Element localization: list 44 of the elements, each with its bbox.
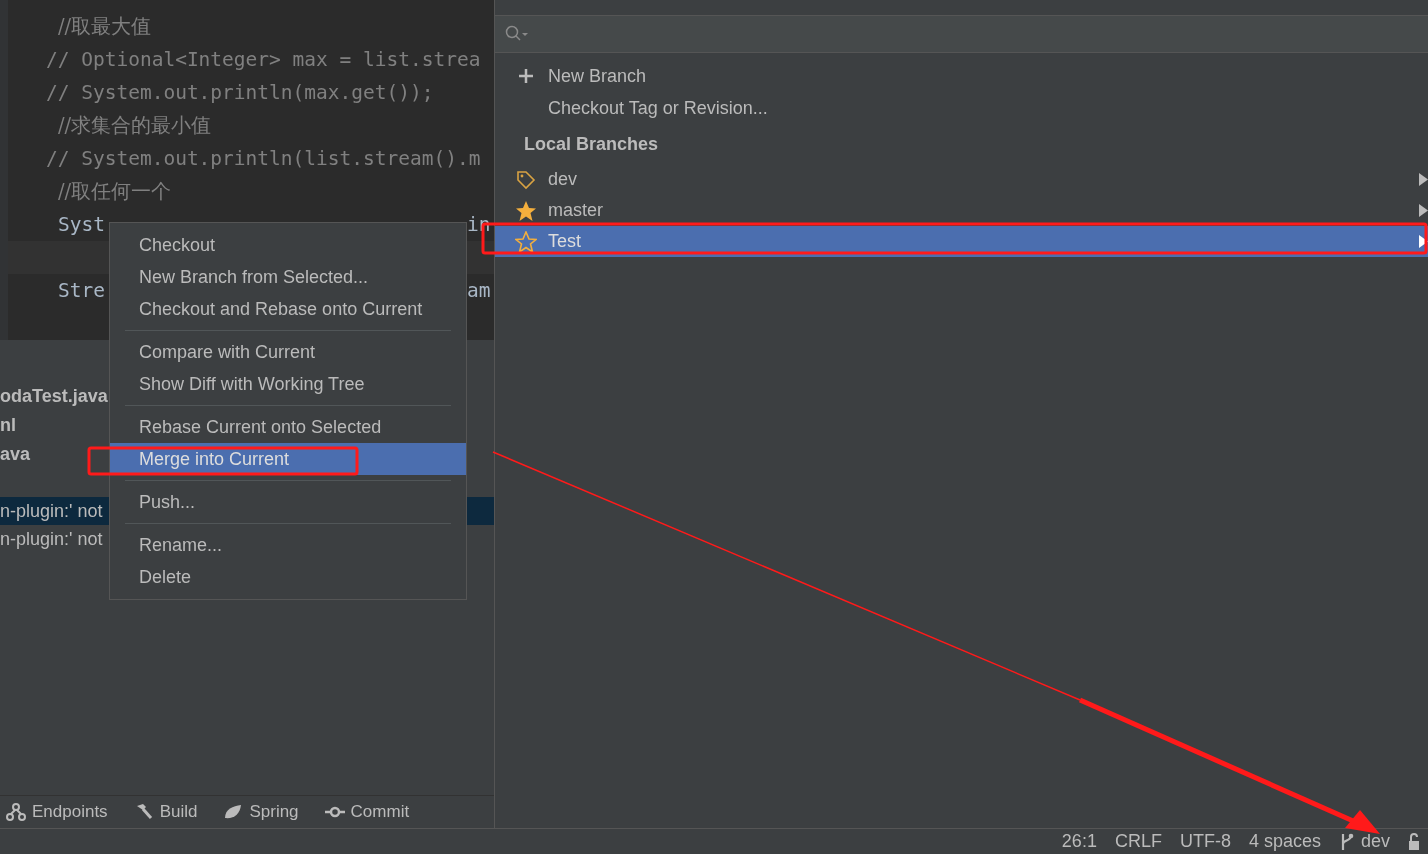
submenu-arrow-icon [1419,173,1428,186]
menu-item[interactable]: New Branch [548,62,647,90]
search-field[interactable] [495,15,1428,53]
code-fragment: am [467,277,491,304]
star-outline-icon [515,230,537,253]
submenu-arrow-icon [1419,204,1428,217]
nodes-icon [6,803,26,821]
branch-widget[interactable]: dev [1360,828,1390,854]
menu-item[interactable]: Push... [110,486,466,518]
code-line: // Optional<Integer> max = list.strea [45,46,481,73]
menu-item[interactable]: Checkout and Rebase onto Current [110,293,466,325]
menu-item[interactable]: Rename... [110,529,466,561]
code-line: //求集合的最小值 [57,112,212,139]
code-line: //取最大值 [57,13,152,40]
tool-tab[interactable]: Build [159,799,198,825]
menu-item[interactable]: Show Diff with Working Tree [110,368,466,400]
menu-item[interactable]: Checkout [110,229,466,261]
status-item[interactable]: 26:1 [1061,828,1097,854]
lock-icon [1408,832,1420,851]
status-item[interactable]: CRLF [1114,828,1162,854]
menu-item[interactable]: New Branch from Selected... [110,261,466,293]
status-item[interactable]: UTF-8 [1179,828,1231,854]
code-line: //取任何一个 [57,178,172,205]
branch-item[interactable]: master [495,195,1428,226]
status-item[interactable]: 4 spaces [1248,828,1321,854]
menu-item[interactable]: Checkout Tag or Revision... [548,94,768,122]
tool-tab[interactable]: Spring [249,799,299,825]
plus-icon [518,68,534,84]
menu-item[interactable]: Delete [110,561,466,593]
menu-item[interactable]: Rebase Current onto Selected [110,411,466,443]
branch-item[interactable]: dev [495,164,1428,195]
submenu-arrow-icon [1419,235,1428,248]
search-icon [505,25,529,43]
section-header: Local Branches [523,133,660,156]
code-line: // System.out.println(max.get()); [45,79,434,106]
tool-tab[interactable]: Endpoints [32,799,108,825]
menu-item[interactable]: Compare with Current [110,336,466,368]
leaf-icon [223,803,244,821]
tag-icon [516,169,536,190]
tool-tab[interactable]: Commit [350,799,410,825]
code-line: // System.out.println(list.stream().m [45,145,481,172]
star-icon [515,199,537,222]
code-line: Syst [57,211,105,238]
code-line: Stre [57,277,105,304]
